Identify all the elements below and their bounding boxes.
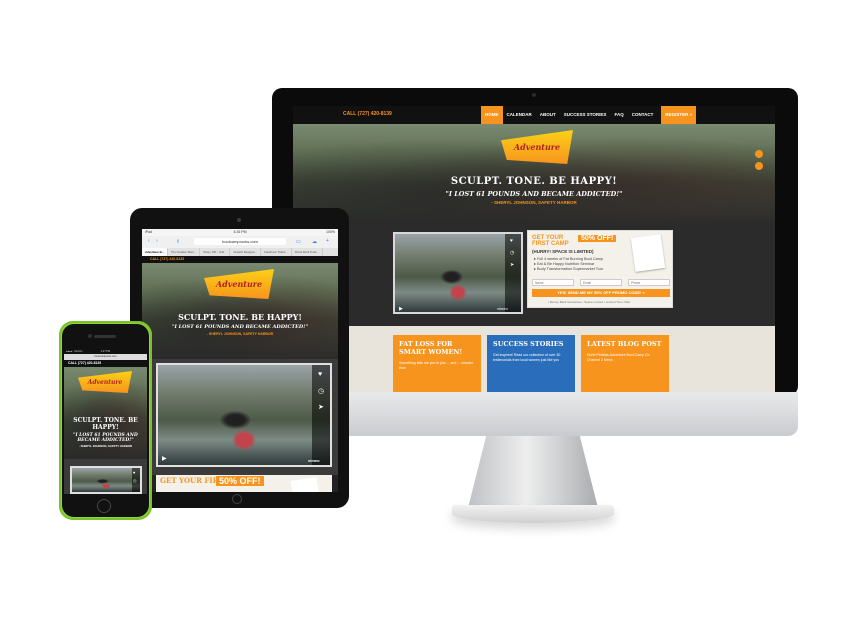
browser-tab[interactable]: Facebook Twitter... (261, 248, 292, 256)
forward-icon[interactable]: › (156, 238, 158, 244)
phone-website: ●●●●○ Verizon 4:27 PM bootcamprocks.com … (64, 349, 147, 494)
tablet-time: 4:26 PM (233, 230, 247, 234)
plus-icon[interactable]: + (326, 238, 329, 244)
success-stories-card[interactable]: SUCCESS STORIES Get inspired! Read our c… (487, 335, 575, 394)
offer-subheading: (HURRY! SPACE IS LIMITED) (532, 249, 594, 254)
nav-home[interactable]: HOME (481, 106, 503, 124)
tablet-call-number[interactable]: CALL (727) 420-8139 (150, 257, 184, 261)
phone-video-controls: ♥ ◷ (132, 468, 140, 492)
name-input[interactable]: Name (532, 279, 574, 286)
desktop-video-player[interactable] (393, 232, 523, 314)
tablet-tab-strip: Adventure B... The Creative Mom... Shop … (142, 248, 338, 256)
ipad-home-button[interactable] (232, 494, 242, 504)
tablet-logo-text: Adventure (215, 279, 263, 289)
nav-faq[interactable]: FAQ (610, 106, 627, 124)
offer-headline: GET YOUR FIRST CAMP (532, 235, 569, 247)
desktop-website: CALL (727) 420-8139 HOME CALENDAR ABOUT … (293, 106, 775, 394)
fat-loss-card[interactable]: FAT LOSS FOR SMART WOMEN! Something tell… (393, 335, 481, 394)
tablet-status-bar: iPad 4:26 PM 100% (142, 229, 338, 236)
desktop-nav: HOME CALENDAR ABOUT SUCCESS STORIES FAQ … (481, 106, 697, 124)
play-icon[interactable]: ▶ (399, 306, 403, 312)
browser-tab[interactable]: Shop | MP - Grid... (200, 248, 231, 256)
tablet-video-player[interactable] (156, 363, 332, 467)
nav-success-stories[interactable]: SUCCESS STORIES (560, 106, 611, 124)
nav-register-button[interactable]: REGISTER » (661, 106, 697, 124)
phone-time: 4:27 PM (100, 350, 111, 353)
phone-quote: "I LOST 61 POUNDS AND BECAME ADDICTED!" (73, 433, 138, 443)
heart-icon[interactable]: ♥ (510, 238, 513, 244)
nav-calendar[interactable]: CALENDAR (503, 106, 536, 124)
tablet-offer-percent: 50% OFF! (216, 476, 264, 486)
send-icon[interactable]: ➤ (510, 262, 514, 268)
nav-contact[interactable]: CONTACT (628, 106, 658, 124)
success-stories-card-text: Get inspired! Read our collection of ove… (493, 353, 561, 362)
fat-loss-card-text: Something tells me you're just ... and .… (399, 361, 474, 370)
browser-tab[interactable]: The Creative Mom... (168, 248, 201, 256)
blog-post-card[interactable]: LATEST BLOG POST North Pinellas Adventur… (581, 335, 669, 394)
tablet-attribution: - SHERYL JOHNSON, SAFETY HARBOR (206, 332, 274, 336)
heart-icon[interactable]: ♥ (133, 470, 135, 475)
iphone-speaker (94, 335, 116, 338)
desktop-quote: "I LOST 61 POUNDS AND BECAME ADDICTED!" (445, 190, 623, 198)
tablet-vimeo-label[interactable]: vimeo (308, 458, 320, 463)
iphone-camera (88, 334, 92, 338)
heart-icon[interactable]: ♥ (318, 371, 322, 378)
email-input[interactable]: Email (580, 279, 622, 286)
ipad-camera (237, 218, 241, 222)
imac-stand (468, 436, 598, 508)
desktop-vimeo-label[interactable]: vimeo (497, 306, 508, 311)
tablet-tagline: SCULPT. TONE. BE HAPPY! (178, 312, 302, 322)
iphone-home-button[interactable] (97, 499, 111, 513)
send-icon[interactable]: ➤ (318, 403, 324, 411)
bookmark-icon[interactable]: ▭ (296, 239, 301, 245)
play-icon[interactable]: ▶ (162, 455, 167, 462)
browser-tab[interactable]: Graphic Designer... (230, 248, 262, 256)
share-icon[interactable] (755, 162, 763, 170)
phone-logo-text: Adventure (87, 378, 123, 386)
nav-about[interactable]: ABOUT (536, 106, 560, 124)
blog-post-card-text: North Pinellas Adventure Boot Camp On Ch… (587, 353, 650, 362)
tablet-address-field[interactable]: bootcamprocks.com (194, 238, 286, 245)
imac-chin (272, 392, 798, 436)
clock-icon[interactable]: ◷ (510, 250, 514, 256)
clock-icon[interactable]: ◷ (318, 387, 324, 395)
tablet-polaroid-photo (290, 477, 320, 492)
blog-post-card-title: LATEST BLOG POST (587, 340, 662, 348)
clock-icon[interactable]: ◷ (133, 478, 137, 483)
tablet-battery: 100% (326, 230, 335, 234)
fat-loss-card-title: FAT LOSS FOR SMART WOMEN! (399, 340, 463, 356)
offer-bullets: ▸ Full 4 weeks of Fat Burning Boot Camp … (534, 257, 603, 272)
offer-polaroid-photo (630, 234, 666, 272)
browser-tab[interactable]: Adventure B... (142, 248, 168, 256)
desktop-tagline: SCULPT. TONE. BE HAPPY! (450, 176, 618, 187)
tabs-icon[interactable]: ☁ (312, 239, 317, 245)
phone-attribution: - SHERYL JOHNSON, SAFETY HARBOR (78, 444, 133, 448)
tablet-quote: "I LOST 61 POUNDS AND BECAME ADDICTED!" (171, 324, 309, 330)
browser-tab[interactable]: Wood Work Tools... (292, 248, 323, 256)
phone-input[interactable]: Phone (628, 279, 670, 286)
desktop-logo-text: Adventure (513, 142, 561, 152)
facebook-icon[interactable] (755, 150, 763, 158)
imac-camera (532, 93, 536, 97)
offer-percent-badge: 50% OFF! (578, 235, 617, 242)
success-stories-card-title: SUCCESS STORIES (493, 340, 564, 348)
tablet-carrier: iPad (145, 230, 153, 234)
tablet-video-controls: ♥ ◷ ➤ (312, 365, 330, 465)
phone-call-number[interactable]: CALL (727) 420-8139 (68, 361, 101, 365)
desktop-call-number[interactable]: CALL (727) 420-8139 (343, 111, 392, 117)
desktop-attribution: - SHERYL JOHNSON, SAFETY HARBOR (491, 200, 577, 205)
desktop-video-controls: ♥ ◷ ➤ (505, 234, 521, 312)
offer-bullet: ▸ Body Transformation Supermarket Tour (534, 267, 604, 271)
tablet-website: iPad 4:26 PM 100% ‹ › ⇧ ▭ ☁ + bootcampro… (142, 229, 338, 492)
back-icon[interactable]: ‹ (148, 238, 150, 244)
share-tray-icon[interactable]: ⇧ (176, 239, 180, 245)
offer-fine-print: • Money Back Guarantee • Space Limited •… (548, 300, 631, 304)
imac-base (452, 505, 614, 523)
promo-code-button[interactable]: YES! SEND ME MY 50% OFF PROMO CODE! » (532, 289, 670, 297)
phone-tagline: SCULPT. TONE. BE HAPPY! (73, 417, 138, 431)
